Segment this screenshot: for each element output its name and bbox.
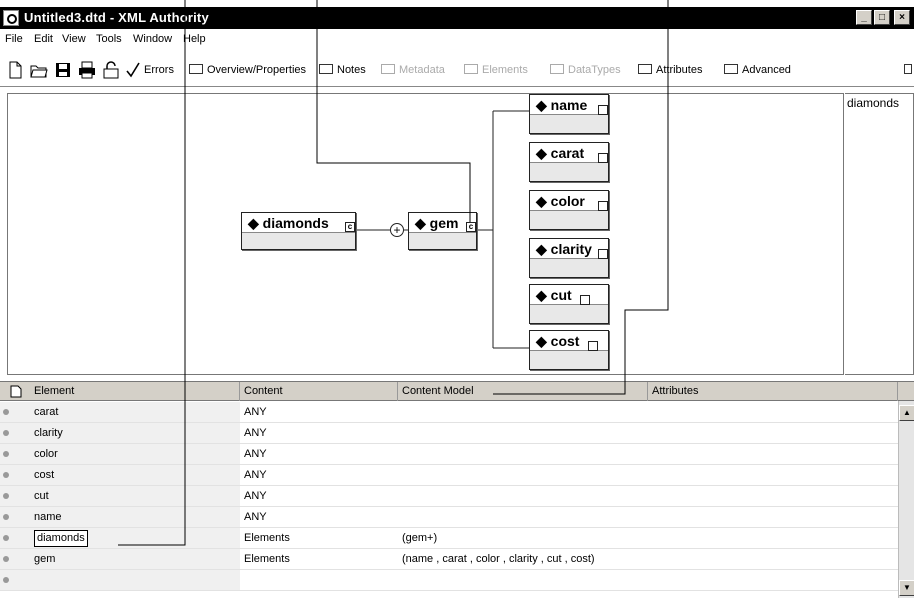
- scroll-up-arrow-icon[interactable]: ▲: [899, 405, 914, 421]
- table-row[interactable]: color ANY: [30, 444, 898, 465]
- table-row[interactable]: name ANY: [30, 507, 898, 528]
- menu-help[interactable]: Help: [183, 33, 206, 45]
- table-row[interactable]: cost ANY: [30, 465, 898, 486]
- new-row-icon[interactable]: [10, 385, 22, 398]
- print-icon[interactable]: [78, 61, 96, 79]
- notes-button[interactable]: Notes: [319, 61, 366, 79]
- datatypes-button[interactable]: DataTypes: [550, 61, 621, 79]
- node-cost[interactable]: ◆ cost: [529, 330, 609, 370]
- notes-icon: [319, 64, 333, 74]
- menu-window[interactable]: Window: [133, 33, 172, 45]
- simple-type-marker-icon: [598, 105, 608, 115]
- simple-type-marker-icon: [588, 341, 598, 351]
- close-button[interactable]: ×: [894, 10, 910, 25]
- table-row[interactable]: diamonds Elements (gem+): [30, 528, 898, 549]
- right-properties-panel: diamonds: [845, 93, 914, 375]
- simple-type-marker-icon: [580, 295, 590, 305]
- column-header-content[interactable]: Content: [240, 382, 398, 401]
- app-icon: [3, 10, 19, 26]
- sequence-connector-icon[interactable]: +: [390, 223, 404, 237]
- new-document-icon[interactable]: [6, 61, 24, 79]
- title-bar: Untitled3.dtd - XML Authority _ □ ×: [0, 7, 914, 29]
- advanced-button[interactable]: Advanced: [724, 61, 791, 79]
- minimize-button[interactable]: _: [856, 10, 872, 25]
- toolbar: Errors Overview/Properties Notes Metadat…: [0, 51, 914, 87]
- lock-icon[interactable]: [102, 61, 120, 79]
- open-folder-icon[interactable]: [30, 61, 48, 79]
- simple-type-marker-icon: [598, 201, 608, 211]
- scroll-down-arrow-icon[interactable]: ▼: [899, 580, 914, 596]
- simple-type-marker-icon: [598, 249, 608, 259]
- maximize-button[interactable]: □: [874, 10, 890, 25]
- overview-properties-button[interactable]: Overview/Properties: [189, 61, 306, 79]
- element-name-edit-field[interactable]: diamonds: [34, 530, 88, 547]
- metadata-button[interactable]: Metadata: [381, 61, 445, 79]
- node-gem[interactable]: ◆ gem c: [408, 212, 477, 250]
- errors-button[interactable]: Errors: [144, 61, 174, 79]
- menu-tools[interactable]: Tools: [96, 33, 122, 45]
- menu-bar: File Edit View Tools Window Help: [0, 29, 914, 51]
- advanced-icon: [724, 64, 738, 74]
- menu-file[interactable]: File: [5, 33, 23, 45]
- menu-view[interactable]: View: [62, 33, 86, 45]
- column-header-attributes[interactable]: Attributes: [648, 382, 898, 401]
- element-table: Element Content Content Model Attributes…: [30, 381, 914, 598]
- node-name[interactable]: ◆ name: [529, 94, 609, 134]
- tree-diagram-panel: ◆ diamonds c + ◆ gem c ◆ name ◆ carat ◆ …: [7, 93, 844, 375]
- metadata-icon: [381, 64, 395, 74]
- row-header-column: [0, 381, 30, 598]
- complex-type-marker-icon: c: [466, 222, 476, 232]
- window-title: Untitled3.dtd - XML Authority: [24, 10, 209, 25]
- complex-type-marker-icon: c: [345, 222, 355, 232]
- node-cut[interactable]: ◆ cut: [529, 284, 609, 324]
- save-icon[interactable]: [54, 61, 72, 79]
- column-header-element[interactable]: Element: [30, 382, 240, 401]
- vertical-scrollbar[interactable]: ▲ ▼: [898, 401, 914, 598]
- attributes-icon: [638, 64, 652, 74]
- node-color[interactable]: ◆ color: [529, 190, 609, 230]
- table-row[interactable]: cut ANY: [30, 486, 898, 507]
- elements-icon: [464, 64, 478, 74]
- table-row[interactable]: clarity ANY: [30, 423, 898, 444]
- overview-icon: [189, 64, 203, 74]
- table-row[interactable]: gem Elements (name , carat , color , cla…: [30, 549, 898, 570]
- right-panel-header: diamonds: [847, 96, 900, 110]
- elements-button[interactable]: Elements: [464, 61, 528, 79]
- node-carat[interactable]: ◆ carat: [529, 142, 609, 182]
- column-header-content-model[interactable]: Content Model: [398, 382, 648, 401]
- simple-type-marker-icon: [598, 153, 608, 163]
- menu-edit[interactable]: Edit: [34, 33, 53, 45]
- node-diamonds[interactable]: ◆ diamonds c: [241, 212, 356, 250]
- attributes-button[interactable]: Attributes: [638, 61, 702, 79]
- node-diamonds-label: ◆ diamonds: [242, 213, 355, 233]
- table-row-empty[interactable]: [30, 570, 898, 591]
- table-row[interactable]: carat ANY: [30, 402, 898, 423]
- table-header: Element Content Content Model Attributes: [30, 381, 914, 401]
- datatypes-icon: [550, 64, 564, 74]
- grid-corner: [0, 381, 30, 401]
- node-clarity[interactable]: ◆ clarity: [529, 238, 609, 278]
- more-toolbar-icon[interactable]: [904, 61, 914, 79]
- checkmark-icon[interactable]: [124, 61, 142, 79]
